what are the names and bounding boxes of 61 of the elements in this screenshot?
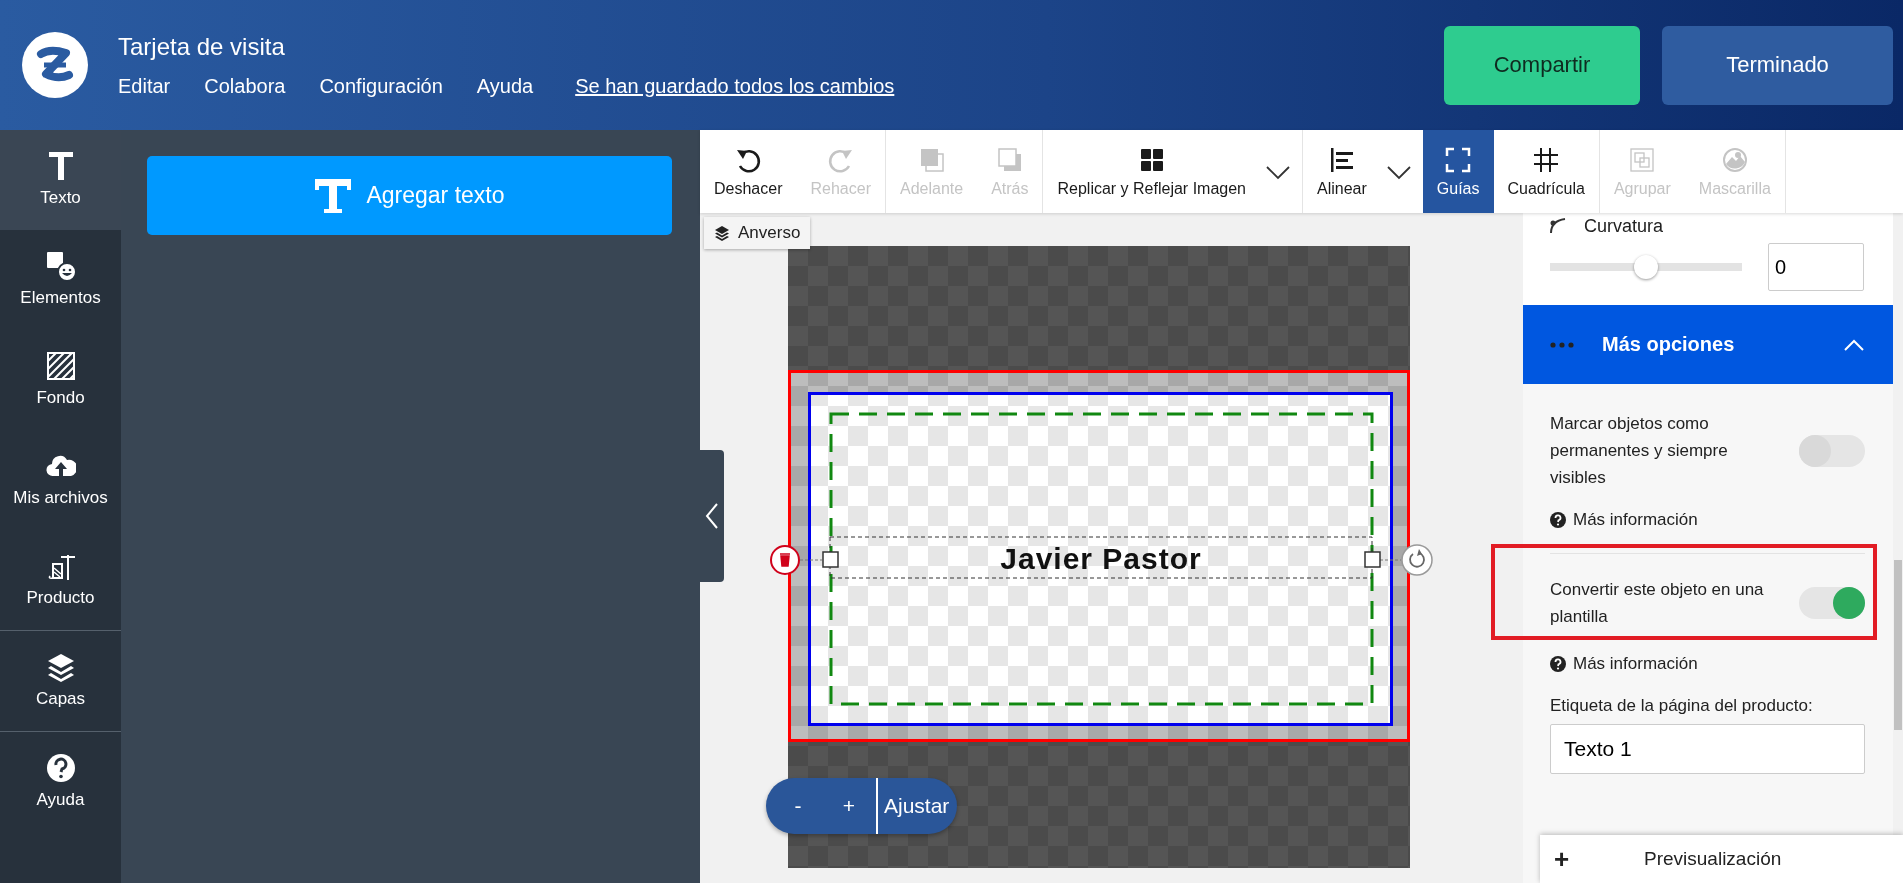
menu-item[interactable]: Editar — [118, 74, 171, 98]
toolbar-button[interactable]: Alinear — [1303, 130, 1381, 213]
more-icon — [1550, 341, 1574, 348]
zoom-out-button[interactable]: - — [766, 778, 822, 834]
preview-bar[interactable]: + Previsualización — [1540, 835, 1903, 883]
card-text[interactable]: Javier Pastor — [1000, 542, 1202, 575]
slider-thumb[interactable] — [1634, 255, 1658, 279]
sidebar-item[interactable]: Mis archivos — [0, 430, 121, 530]
background-icon — [45, 352, 76, 382]
text-icon — [314, 176, 353, 215]
help-icon — [1550, 511, 1566, 528]
fit-button[interactable]: Ajustar — [878, 778, 958, 834]
help-icon — [1550, 655, 1566, 672]
mask-icon — [1720, 145, 1749, 174]
field-label: Etiqueta de la página del producto: — [1550, 695, 1814, 716]
help-icon — [45, 754, 76, 784]
elements-icon — [45, 252, 76, 282]
save-status-link[interactable]: Se han guardado todos los cambios — [575, 74, 895, 98]
toolbar-button[interactable]: Cuadrícula — [1493, 130, 1599, 213]
toggle-switch[interactable] — [1799, 434, 1865, 467]
collapse-panel-button[interactable] — [700, 450, 724, 582]
group-icon — [1628, 145, 1657, 174]
sidebar-item[interactable]: Elementos — [0, 230, 121, 330]
sidebar-item[interactable]: Capas — [0, 631, 121, 731]
curvature-input[interactable]: 0 — [1768, 243, 1864, 291]
toolbar-button[interactable]: Guías — [1422, 130, 1494, 213]
backward-icon — [995, 145, 1024, 174]
toolbar-button[interactable]: Deshacer — [700, 130, 797, 213]
menu-item[interactable]: Ayuda — [476, 74, 534, 98]
option-label: Convertir este objeto en una plantilla — [1550, 578, 1765, 628]
share-button[interactable]: Compartir — [1444, 25, 1640, 105]
rotate-handle-icon[interactable] — [1401, 544, 1433, 576]
resize-handle[interactable] — [822, 551, 839, 568]
more-info-link[interactable]: Más información — [1573, 509, 1698, 530]
text-box[interactable] — [829, 536, 1373, 579]
sidebar-item[interactable]: Texto — [0, 130, 121, 230]
side-tab[interactable]: Anverso — [704, 217, 811, 249]
more-options-header[interactable]: Más opciones — [1523, 305, 1893, 384]
toolbar-button[interactable]: Replicar y Reflejar Imagen — [1043, 130, 1260, 213]
resize-handle[interactable] — [1364, 551, 1381, 568]
sidebar-item[interactable]: Ayuda — [0, 732, 121, 832]
document-title: Tarjeta de visita — [118, 32, 286, 61]
zoom-in-button[interactable]: + — [822, 778, 878, 834]
scrollbar-thumb[interactable] — [1894, 560, 1902, 730]
sidebar-item[interactable]: Fondo — [0, 330, 121, 430]
sidebar-item[interactable]: Producto — [0, 530, 121, 630]
menu-item[interactable]: Configuración — [319, 74, 443, 98]
more-info-link[interactable]: Más información — [1573, 653, 1698, 674]
logo-icon — [22, 32, 88, 98]
page-label-input[interactable]: Texto 1 — [1550, 723, 1865, 774]
done-button[interactable]: Terminado — [1662, 25, 1893, 105]
delete-handle-icon[interactable] — [770, 545, 800, 575]
menu-item[interactable]: Colabora — [204, 74, 286, 98]
layers-icon — [714, 225, 730, 241]
guides-icon — [1444, 145, 1473, 174]
curve-icon — [1550, 218, 1566, 234]
option-label: Marcar objetos como permanentes y siempre visibles — [1550, 413, 1729, 490]
curvature-label: Curvatura — [1584, 215, 1664, 237]
chevron-left-icon — [705, 502, 719, 530]
grid-icon — [1532, 145, 1561, 174]
toggle-switch[interactable] — [1799, 586, 1865, 619]
